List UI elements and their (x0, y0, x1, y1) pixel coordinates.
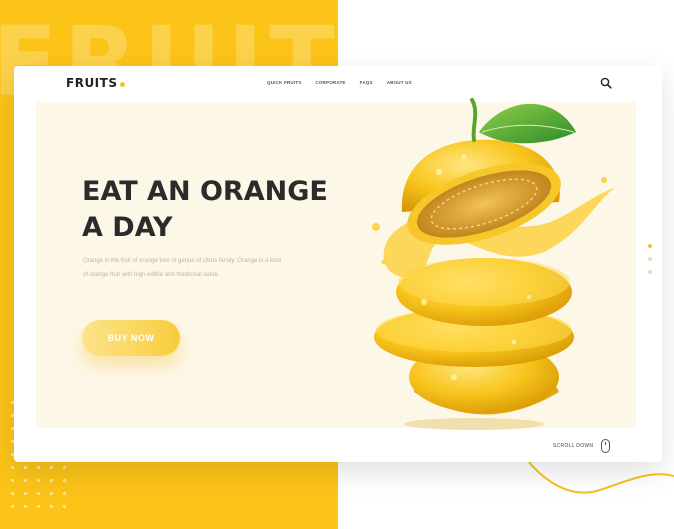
slide-pager (648, 244, 652, 274)
nav-link-quick-fruits[interactable]: QUICK FRUITS (267, 80, 301, 85)
pager-dot-1[interactable] (648, 244, 652, 248)
nav-links: QUICK FRUITS CORPORATE FAQS ABOUT US (267, 80, 412, 85)
nav-link-corporate[interactable]: CORPORATE (315, 80, 345, 85)
buy-now-button[interactable]: BUY NOW (82, 320, 180, 356)
nav-link-faqs[interactable]: FAQS (360, 80, 373, 85)
hero-title: EAT AN ORANGE A DAY (82, 174, 382, 246)
hero-title-line-2: A DAY (82, 212, 173, 243)
logo-text: FRUITS (66, 76, 118, 90)
logo[interactable]: FRUITS (66, 76, 126, 90)
pager-dot-3[interactable] (648, 270, 652, 274)
scroll-down-label[interactable]: SCROLL DOWN (553, 443, 593, 449)
hero-section: EAT AN ORANGE A DAY Orange is the fruit … (36, 98, 636, 430)
landing-page-card: FRUITS QUICK FRUITS CORPORATE FAQS ABOUT… (14, 66, 662, 462)
logo-dot (120, 81, 126, 87)
search-icon[interactable] (600, 77, 612, 89)
hero-title-line-1: EAT AN ORANGE (82, 176, 328, 207)
mouse-wheel (605, 442, 606, 445)
sliced-orange-image (372, 98, 614, 430)
mouse-icon[interactable] (601, 439, 610, 453)
hero-description: Orange is the fruit of orange tree of ge… (83, 258, 281, 278)
nav-link-about-us[interactable]: ABOUT US (387, 80, 412, 85)
pager-dot-2[interactable] (648, 257, 652, 261)
